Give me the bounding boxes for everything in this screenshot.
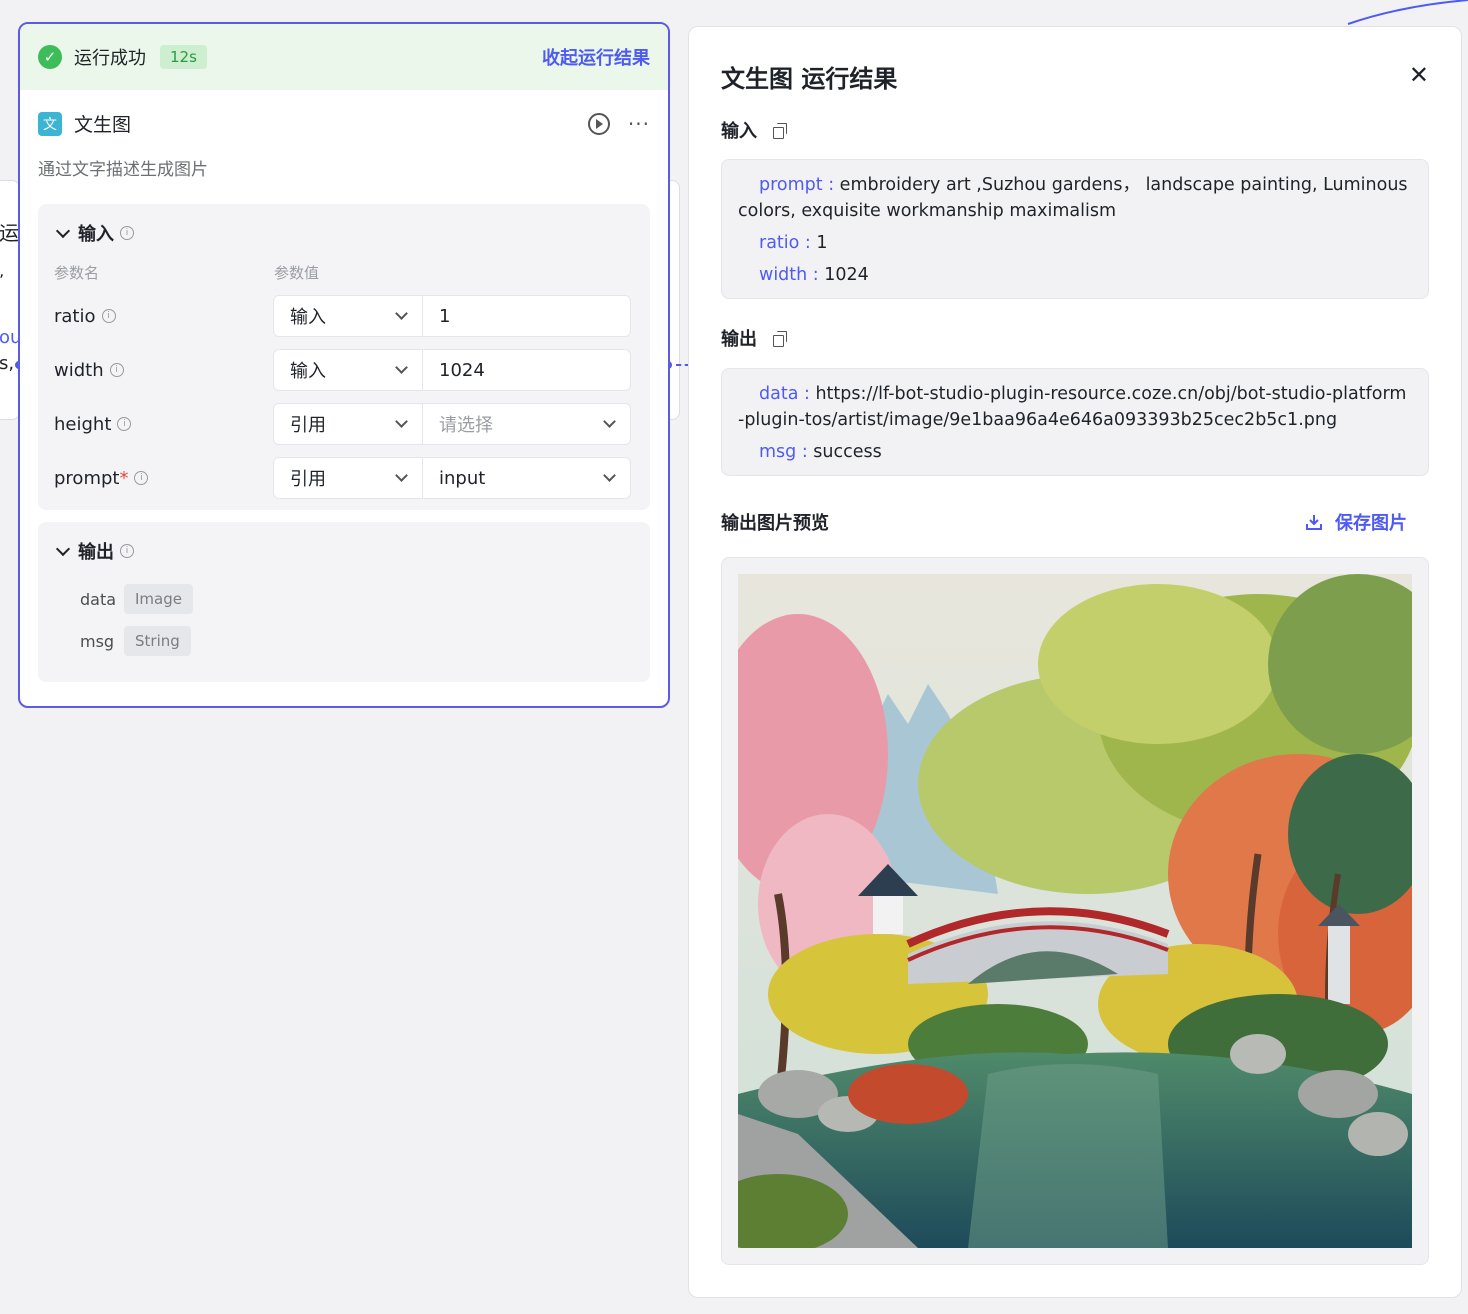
run-status-bar: ✓ 运行成功 12s 收起运行结果	[20, 24, 668, 90]
node-description: 通过文字描述生成图片	[38, 160, 208, 180]
required-asterisk: *	[119, 467, 129, 489]
close-icon[interactable]: ✕	[1409, 61, 1429, 89]
json-key: data :	[759, 384, 810, 404]
run-status-text: 运行成功	[74, 48, 146, 69]
json-value: embroidery art ,Suzhou gardens， landscap…	[738, 175, 1408, 221]
run-play-icon[interactable]	[587, 112, 610, 135]
param-row-prompt: prompt * i 引用 input	[54, 457, 634, 499]
output-label-row: 输出	[721, 325, 787, 351]
node-header: 文 文生图 ···	[20, 90, 668, 137]
background-text: s,	[0, 353, 15, 374]
info-icon[interactable]: i	[117, 417, 132, 431]
param-name: prompt	[54, 467, 120, 489]
json-key: msg :	[759, 442, 808, 462]
output-name: msg	[80, 631, 115, 651]
background-text: 运	[0, 221, 19, 245]
more-options-icon[interactable]: ···	[628, 112, 650, 136]
info-icon[interactable]: i	[109, 363, 124, 377]
image-preview-box	[721, 557, 1429, 1265]
output-row: data Image	[54, 584, 634, 614]
param-reference-select[interactable]: 请选择	[423, 403, 631, 445]
collapse-results-link[interactable]: 收起运行结果	[542, 44, 650, 70]
param-name: height	[54, 413, 112, 435]
background-text: ʼ	[0, 271, 5, 290]
param-reference-select[interactable]: input	[423, 457, 631, 499]
output-type-tag: String	[124, 626, 191, 656]
output-name: data	[80, 589, 117, 609]
node-title: 文生图	[74, 114, 132, 136]
panel-title: 文生图 运行结果	[721, 65, 898, 93]
param-mode-select[interactable]: 引用	[273, 403, 423, 445]
param-row-height: height i 引用 请选择	[54, 403, 634, 445]
chevron-down-icon	[395, 469, 408, 482]
text-to-image-icon: 文	[38, 111, 62, 136]
json-key: prompt :	[759, 175, 835, 195]
chevron-down-icon	[603, 415, 616, 428]
param-value-input[interactable]: 1	[423, 295, 631, 337]
info-icon[interactable]: i	[120, 226, 134, 240]
info-icon[interactable]: i	[120, 544, 134, 558]
json-key: width :	[759, 265, 819, 285]
input-label: 输入	[721, 121, 757, 142]
json-value: 1	[810, 233, 828, 253]
info-icon[interactable]: i	[101, 309, 116, 323]
column-header-value: 参数值	[274, 264, 320, 282]
success-check-icon: ✓	[38, 45, 62, 69]
output-type-tag: Image	[124, 584, 193, 614]
text-to-image-node[interactable]: ✓ 运行成功 12s 收起运行结果 文 文生图 ··· 通过文字描述生成图片 输…	[18, 22, 670, 708]
param-name: ratio	[54, 305, 96, 327]
json-value: https://lf-bot-studio-plugin-resource.co…	[738, 384, 1407, 430]
inputs-section-title: 输入	[78, 224, 114, 245]
copy-icon[interactable]	[773, 330, 787, 347]
json-key: ratio :	[759, 233, 811, 253]
save-image-button[interactable]: 保存图片	[1305, 509, 1407, 535]
param-row-ratio: ratio i 输入 1	[54, 295, 634, 337]
copy-icon[interactable]	[773, 122, 787, 139]
param-column-headers: 参数名 参数值	[54, 262, 634, 283]
param-mode-select[interactable]: 输入	[273, 349, 423, 391]
outputs-section: 输出 i data Image msg String	[38, 522, 650, 682]
param-name: width	[54, 359, 104, 381]
generated-image[interactable]	[738, 574, 1412, 1248]
output-row: msg String	[54, 626, 634, 656]
param-mode-select[interactable]: 输入	[273, 295, 423, 337]
outputs-section-title: 输出	[78, 542, 114, 563]
param-value-input[interactable]: 1024	[423, 349, 631, 391]
info-icon[interactable]: i	[134, 471, 149, 485]
chevron-down-icon[interactable]	[55, 223, 71, 239]
chevron-down-icon	[603, 469, 616, 482]
chevron-down-icon[interactable]	[55, 541, 71, 557]
chevron-down-icon	[395, 307, 408, 320]
output-json-box: data : https://lf-bot-studio-plugin-reso…	[721, 368, 1429, 476]
param-row-width: width i 输入 1024	[54, 349, 634, 391]
param-mode-select[interactable]: 引用	[273, 457, 423, 499]
run-duration-badge: 12s	[160, 45, 207, 69]
chevron-down-icon	[395, 361, 408, 374]
outputs-section-header[interactable]: 输出 i	[54, 538, 634, 564]
chevron-down-icon	[395, 415, 408, 428]
inputs-section: 输入 i 参数名 参数值 ratio i 输入 1 width i 输入 1024 …	[38, 204, 650, 510]
input-json-box: prompt : embroidery art ,Suzhou gardens，…	[721, 159, 1429, 299]
json-value: 1024	[818, 265, 869, 285]
inputs-section-header[interactable]: 输入 i	[54, 220, 634, 246]
input-label-row: 输入	[721, 117, 787, 143]
download-icon	[1306, 515, 1322, 530]
column-header-name: 参数名	[54, 264, 100, 282]
output-label: 输出	[721, 329, 757, 350]
run-result-panel: 文生图 运行结果 ✕ 输入 prompt : embroidery art ,S…	[688, 26, 1462, 1298]
json-value: success	[807, 442, 882, 462]
preview-label: 输出图片预览	[721, 513, 829, 534]
save-image-label: 保存图片	[1335, 513, 1407, 534]
background-node-left: 运 ʼ ou s,	[0, 180, 21, 420]
